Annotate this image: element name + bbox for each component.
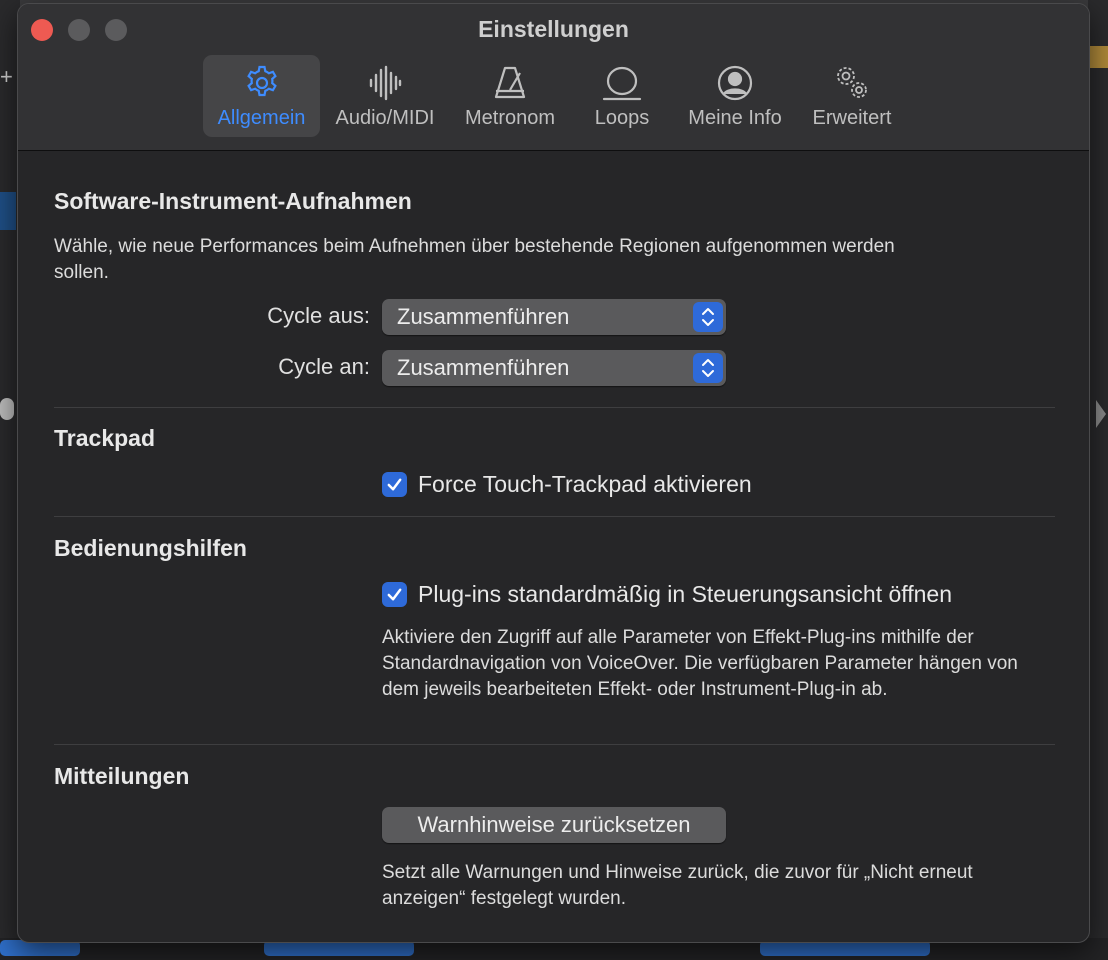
preferences-tabs: Allgemein Audio/MIDI Metronom Loops Mein… [203, 55, 908, 137]
accessibility-description: Aktiviere den Zugriff auf alle Parameter… [382, 627, 1018, 700]
tab-audio-midi[interactable]: Audio/MIDI [320, 55, 450, 137]
cycle-on-value: Zusammenführen [397, 355, 570, 380]
tab-label: Loops [594, 107, 650, 129]
background-arrow-icon [1096, 400, 1106, 428]
checkmark-icon [387, 588, 402, 601]
tab-label: Meine Info [688, 107, 782, 129]
tab-label: Erweitert [812, 107, 892, 129]
cycle-on-label: Cycle an: [278, 354, 370, 379]
chevron-up-down-icon [702, 308, 714, 326]
metronome-icon [494, 66, 526, 99]
settings-window: Einstellungen Allgemein Audio/MIDI Metro… [17, 3, 1090, 943]
force-touch-row: Force Touch-Trackpad aktivieren [382, 471, 752, 498]
background-app-right [1088, 0, 1108, 960]
background-strip [1090, 46, 1108, 68]
notifications-description: Setzt alle Warnungen und Hinweise zurück… [382, 862, 973, 909]
section-divider [54, 516, 1055, 517]
plugins-row: Plug-ins standardmäßig in Steuerungsansi… [382, 581, 952, 608]
section-divider [54, 744, 1055, 745]
software-instrument-description: Wähle, wie neue Performances beim Aufneh… [54, 236, 895, 283]
window-title: Einstellungen [478, 16, 629, 42]
tab-label: Metronom [464, 107, 556, 129]
tab-label: Allgemein [217, 107, 306, 129]
background-plus-icon: + [0, 64, 13, 89]
gear-icon [246, 65, 277, 97]
tab-label: Audio/MIDI [335, 107, 435, 129]
background-region [0, 192, 16, 230]
cycle-on-popup[interactable]: Zusammenführen [382, 350, 726, 386]
section-title-software-instrument: Software-Instrument-Aufnahmen [54, 188, 412, 214]
tab-erweitert[interactable]: Erweitert [796, 55, 908, 137]
loop-icon [602, 66, 642, 101]
popup-stepper [693, 353, 723, 383]
section-divider [54, 407, 1055, 408]
plugins-checkbox[interactable] [382, 582, 407, 607]
waveform-icon [369, 65, 402, 101]
window-toolbar: Einstellungen Allgemein Audio/MIDI Metro… [18, 4, 1089, 151]
force-touch-label[interactable]: Force Touch-Trackpad aktivieren [418, 471, 752, 498]
tab-meine-info[interactable]: Meine Info [674, 55, 796, 137]
reset-warnings-button[interactable]: Warnhinweise zurücksetzen [382, 807, 726, 843]
tab-allgemein[interactable]: Allgemein [203, 55, 320, 137]
cycle-off-label: Cycle aus: [267, 303, 370, 328]
chevron-up-down-icon [702, 359, 714, 377]
force-touch-checkbox[interactable] [382, 472, 407, 497]
popup-stepper [693, 302, 723, 332]
checkmark-icon [387, 478, 402, 491]
cycle-off-value: Zusammenführen [397, 304, 570, 329]
cycle-off-popup[interactable]: Zusammenführen [382, 299, 726, 335]
background-knob [0, 398, 14, 420]
section-title-trackpad: Trackpad [54, 425, 155, 451]
section-title-accessibility: Bedienungshilfen [54, 535, 247, 561]
person-icon [717, 65, 753, 101]
gears-icon [837, 67, 867, 98]
tab-loops[interactable]: Loops [570, 55, 674, 137]
section-title-notifications: Mitteilungen [54, 763, 190, 789]
plugins-label[interactable]: Plug-ins standardmäßig in Steuerungsansi… [418, 581, 952, 608]
tab-metronom[interactable]: Metronom [450, 55, 570, 137]
